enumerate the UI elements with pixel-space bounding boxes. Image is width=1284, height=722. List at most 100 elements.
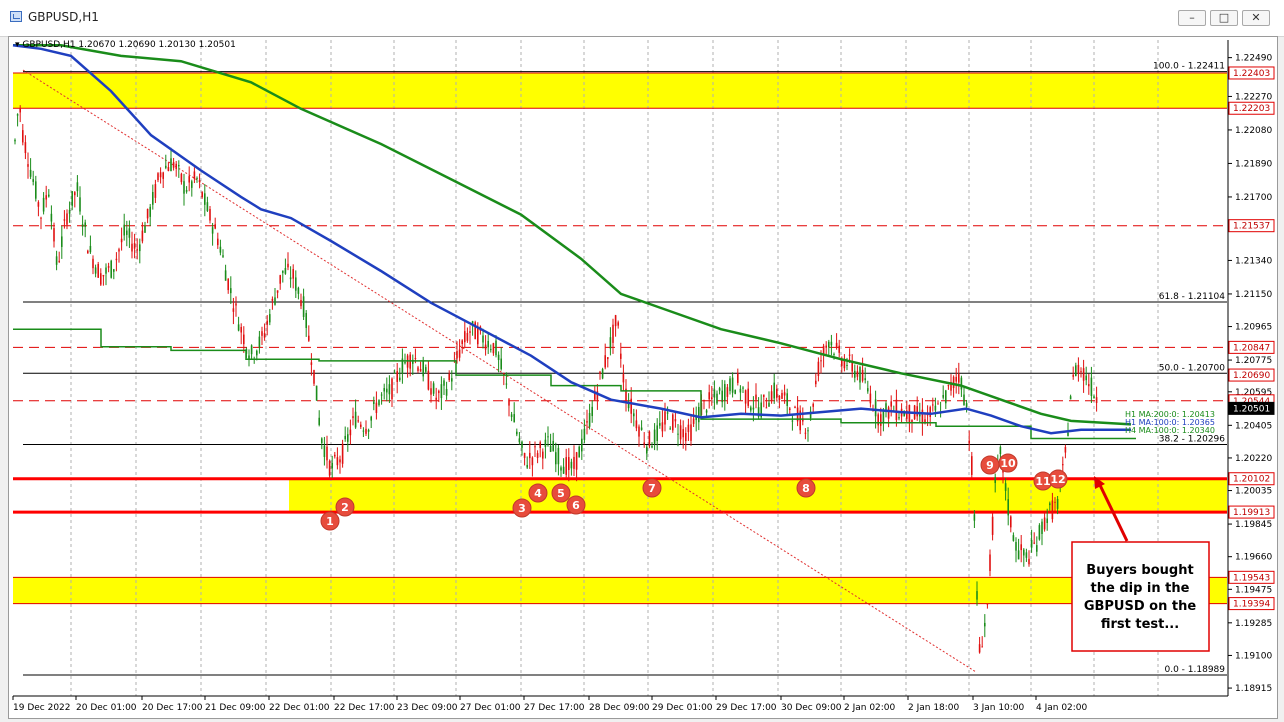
candle-body <box>417 367 419 371</box>
y-tick-label: 1.20405 <box>1235 421 1272 431</box>
candle-body <box>404 361 406 364</box>
candle-body <box>898 417 900 419</box>
candle-body <box>1080 371 1082 373</box>
candle-body <box>994 477 996 483</box>
annotation-text-line: Buyers bought <box>1086 563 1193 578</box>
candle-body <box>739 388 742 393</box>
candle-body <box>781 393 783 399</box>
candle-body <box>448 373 450 381</box>
candle-body <box>331 463 333 469</box>
chart-window[interactable]: 100.0 - 1.22411 61.8 - 1.21104 50.0 - 1.20… <box>8 36 1278 719</box>
y-tick-label: 1.21150 <box>1235 290 1272 300</box>
yellow-zone <box>289 478 1227 513</box>
candle-body <box>159 172 162 178</box>
maximize-button[interactable]: □ <box>1210 10 1238 26</box>
candle-body <box>235 303 237 306</box>
candle-body <box>97 263 99 278</box>
candle-body <box>464 331 466 343</box>
candle-body <box>1025 552 1028 558</box>
y-tick-label: 1.19475 <box>1235 585 1272 595</box>
candle-body <box>783 392 786 396</box>
candle-body <box>297 287 300 294</box>
candle-body <box>505 383 508 385</box>
candle-body <box>422 361 424 377</box>
candle-body <box>973 514 976 521</box>
candle-body <box>804 432 807 434</box>
candle-body <box>742 387 744 389</box>
candle-body <box>328 461 331 476</box>
candle-body <box>19 108 21 113</box>
candle-body <box>664 411 666 425</box>
candle-body <box>35 181 37 199</box>
candle-body <box>812 403 814 407</box>
candle-body <box>118 249 120 252</box>
candle-body <box>776 388 778 398</box>
candle-body <box>672 414 674 431</box>
candle-body <box>968 440 970 444</box>
candle-body <box>1051 500 1054 520</box>
candle-body <box>711 397 713 400</box>
ma-label: H4 MA:100:0: 1.20340 <box>1125 426 1215 435</box>
candle-body <box>604 355 606 368</box>
candle-body <box>344 435 346 440</box>
candle-body <box>518 438 521 443</box>
candle-body <box>848 354 851 356</box>
candle-body <box>1030 539 1033 548</box>
candle-body <box>526 464 528 468</box>
candle-body <box>513 414 515 423</box>
price-chart[interactable]: 100.0 - 1.22411 61.8 - 1.21104 50.0 - 1.20… <box>9 37 1277 718</box>
candle-body <box>339 459 341 463</box>
candle-body <box>508 399 510 406</box>
candle-body <box>737 373 739 383</box>
candle-body <box>635 420 638 429</box>
candle-body <box>523 453 526 458</box>
candle-body <box>1077 364 1080 374</box>
candle-body <box>752 407 755 410</box>
candle-body <box>269 314 271 323</box>
candle-body <box>747 388 749 406</box>
candle-body <box>861 369 864 381</box>
test-marker-label: 8 <box>802 482 810 495</box>
candle-body <box>136 249 138 251</box>
candle-body <box>141 230 144 242</box>
candle-body <box>955 376 957 382</box>
minimize-button[interactable]: – <box>1178 10 1206 26</box>
close-button[interactable]: ✕ <box>1242 10 1270 26</box>
candle-body <box>846 364 848 367</box>
y-tick-label: 1.20220 <box>1235 454 1272 464</box>
candle-body <box>318 417 320 425</box>
candle-body <box>219 246 222 253</box>
candle-body <box>1017 550 1020 560</box>
candle-body <box>170 158 172 172</box>
candle-body <box>718 388 721 391</box>
candle-body <box>1015 542 1017 551</box>
candle-body <box>357 420 359 422</box>
candle-body <box>204 193 206 205</box>
candle-body <box>370 416 372 421</box>
candle-body <box>874 399 877 417</box>
candle-body <box>383 388 385 392</box>
candle-body <box>575 452 578 470</box>
candle-body <box>271 298 274 301</box>
candle-body <box>669 428 671 430</box>
candle-body <box>646 446 648 454</box>
y-tick-label: 1.18915 <box>1235 684 1272 694</box>
candle-body <box>315 385 318 401</box>
candle-body <box>427 370 430 390</box>
candle-body <box>157 173 159 181</box>
candle-body <box>461 340 463 344</box>
candle-body <box>126 230 128 235</box>
candle-body <box>292 269 294 279</box>
candle-body <box>71 191 73 206</box>
candle-body <box>1020 544 1022 551</box>
candle-body <box>1064 447 1067 453</box>
candle-body <box>773 382 775 399</box>
price-label: 1.20102 <box>1233 475 1270 485</box>
candle-body <box>115 258 118 261</box>
candle-body <box>794 406 796 408</box>
x-tick-label: 19 Dec 2022 <box>13 703 71 713</box>
candle-body <box>661 422 664 432</box>
candle-body <box>856 371 859 377</box>
candle-body <box>552 440 554 451</box>
x-tick-label: 4 Jan 02:00 <box>1036 703 1088 713</box>
